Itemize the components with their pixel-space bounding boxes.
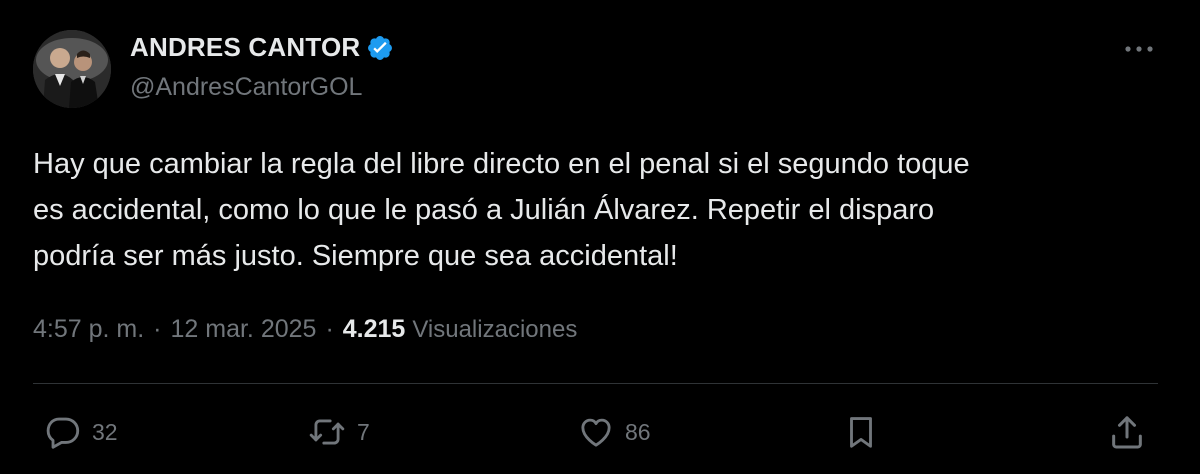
more-options-button[interactable] <box>1122 34 1156 64</box>
reply-bubble-icon <box>46 417 80 449</box>
meta-separator: · <box>325 315 334 343</box>
views-label: Visualizaciones <box>412 315 578 343</box>
verified-badge-icon[interactable] <box>366 34 394 62</box>
divider <box>33 383 1158 384</box>
tweet-card: ANDRES CANTOR @AndresCantorGOL Hay que c… <box>0 0 1200 474</box>
author-name-row: ANDRES CANTOR <box>130 32 394 63</box>
author-handle[interactable]: @AndresCantorGOL <box>130 73 362 102</box>
share-button[interactable] <box>1107 408 1147 456</box>
retweet-arrows-icon <box>309 419 345 445</box>
like-button[interactable]: 86 <box>577 408 651 456</box>
reply-count: 32 <box>92 418 118 445</box>
like-count: 86 <box>625 418 651 445</box>
reply-button[interactable]: 32 <box>44 408 118 456</box>
retweet-button[interactable]: 7 <box>307 408 370 456</box>
bookmark-button[interactable] <box>842 408 880 456</box>
avatar-photo <box>33 30 111 108</box>
action-bar: 32 7 86 <box>0 408 1200 456</box>
author-display-name[interactable]: ANDRES CANTOR <box>130 32 360 63</box>
retweet-count: 7 <box>357 418 370 445</box>
meta-separator: · <box>153 315 162 343</box>
heart-icon <box>581 418 611 447</box>
tweet-metadata: 4:57 p. m. · 12 mar. 2025 · 4.215 Visual… <box>33 315 577 344</box>
avatar[interactable] <box>33 30 111 108</box>
views-count: 4.215 <box>342 315 406 343</box>
more-dots-icon <box>1125 46 1153 52</box>
tweet-time[interactable]: 4:57 p. m. <box>33 315 144 344</box>
tweet-date[interactable]: 12 mar. 2025 <box>171 315 317 344</box>
share-upload-icon <box>1112 416 1142 449</box>
tweet-text: Hay que cambiar la regla del libre direc… <box>33 148 970 272</box>
bookmark-icon <box>850 417 872 448</box>
